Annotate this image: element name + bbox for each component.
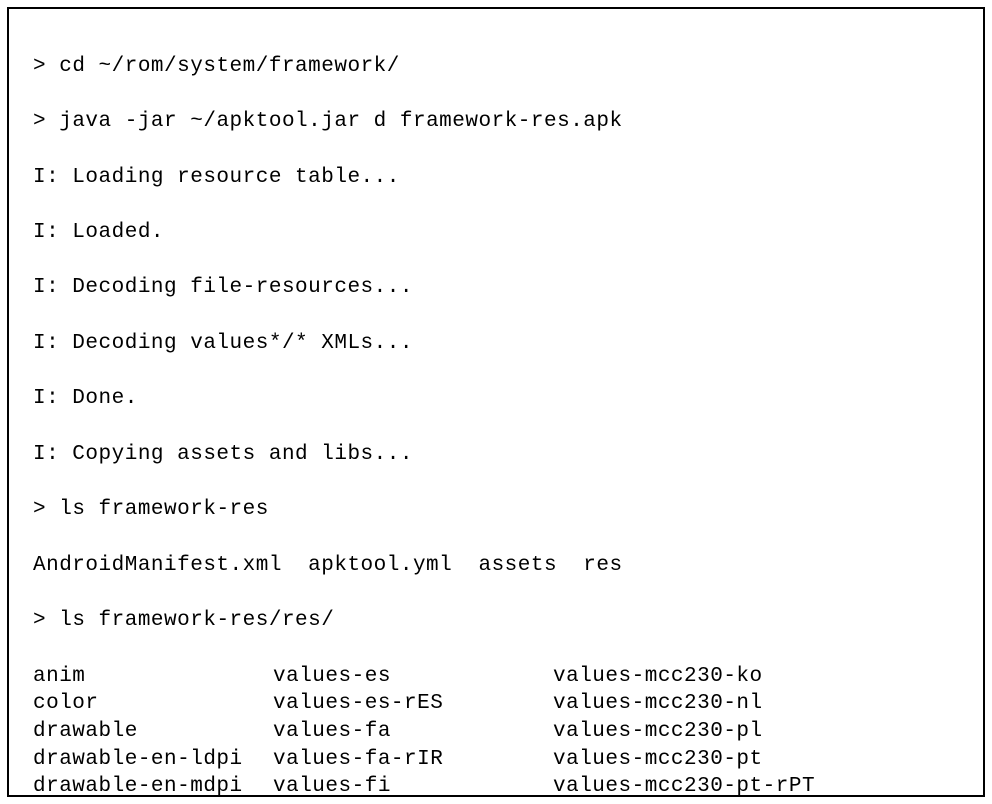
- output-line: I: Done.: [33, 385, 959, 413]
- command-text: cd ~/rom/system/framework/: [59, 55, 400, 78]
- list-item: values-fi: [273, 773, 553, 797]
- output-line: I: Decoding file-resources...: [33, 274, 959, 302]
- list-item: values-mcc230-pt-rPT: [553, 773, 959, 797]
- command-line[interactable]: > java -jar ~/apktool.jar d framework-re…: [33, 108, 959, 136]
- list-item: values-mcc230-ko: [553, 663, 959, 691]
- prompt-symbol: >: [33, 498, 46, 521]
- command-text: ls framework-res: [59, 498, 269, 521]
- list-row: drawable-en-ldpivalues-fa-rIRvalues-mcc2…: [33, 746, 959, 774]
- ls-output: animvalues-esvalues-mcc230-kocolorvalues…: [33, 663, 959, 797]
- list-item: color: [33, 690, 273, 718]
- list-item: values-es: [273, 663, 553, 691]
- output-line: I: Decoding values*/* XMLs...: [33, 330, 959, 358]
- list-item: values-fa: [273, 718, 553, 746]
- list-row: colorvalues-es-rESvalues-mcc230-nl: [33, 690, 959, 718]
- command-line[interactable]: > cd ~/rom/system/framework/: [33, 53, 959, 81]
- list-item: values-fa-rIR: [273, 746, 553, 774]
- output-line: I: Loaded.: [33, 219, 959, 247]
- list-row: drawable-en-mdpivalues-fivalues-mcc230-p…: [33, 773, 959, 797]
- list-item: values-mcc230-pl: [553, 718, 959, 746]
- terminal-output: > cd ~/rom/system/framework/ > java -jar…: [7, 7, 985, 797]
- output-line: AndroidManifest.xml apktool.yml assets r…: [33, 552, 959, 580]
- list-item: drawable: [33, 718, 273, 746]
- command-line[interactable]: > ls framework-res/res/: [33, 607, 959, 635]
- prompt-symbol: >: [33, 110, 46, 133]
- list-item: values-mcc230-nl: [553, 690, 959, 718]
- list-item: values-mcc230-pt: [553, 746, 959, 774]
- list-item: values-es-rES: [273, 690, 553, 718]
- list-item: drawable-en-mdpi: [33, 773, 273, 797]
- command-text: java -jar ~/apktool.jar d framework-res.…: [59, 110, 622, 133]
- list-row: drawablevalues-favalues-mcc230-pl: [33, 718, 959, 746]
- command-text: ls framework-res/res/: [59, 609, 334, 632]
- list-row: animvalues-esvalues-mcc230-ko: [33, 663, 959, 691]
- output-line: I: Loading resource table...: [33, 164, 959, 192]
- command-line[interactable]: > ls framework-res: [33, 496, 959, 524]
- output-line: I: Copying assets and libs...: [33, 441, 959, 469]
- prompt-symbol: >: [33, 609, 46, 632]
- list-item: anim: [33, 663, 273, 691]
- prompt-symbol: >: [33, 55, 46, 78]
- list-item: drawable-en-ldpi: [33, 746, 273, 774]
